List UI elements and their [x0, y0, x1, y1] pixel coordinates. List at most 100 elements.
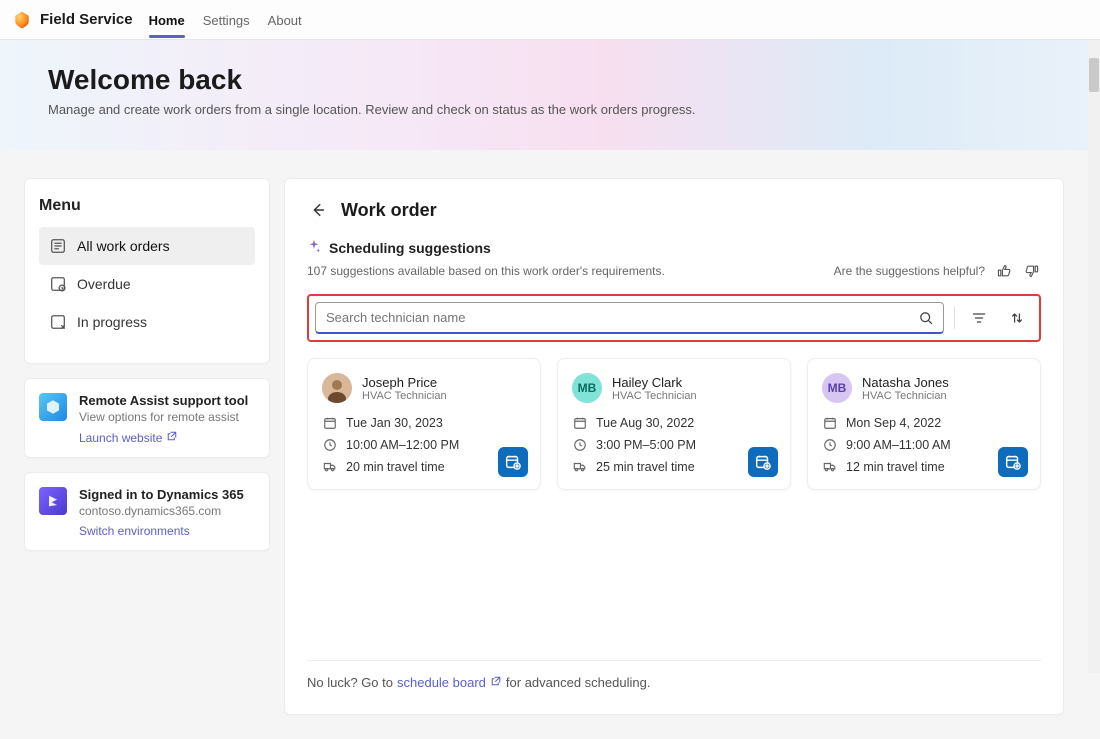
suggestions-subtitle: 107 suggestions available based on this … [307, 264, 665, 278]
tool-title: Signed in to Dynamics 365 [79, 487, 244, 502]
clock-icon [322, 437, 338, 453]
card-date: Tue Aug 30, 2022 [596, 416, 694, 430]
remote-assist-card: Remote Assist support tool View options … [24, 378, 270, 458]
tool-text: Signed in to Dynamics 365 contoso.dynami… [79, 487, 244, 538]
panel-title: Work order [341, 200, 437, 221]
remote-assist-icon [39, 393, 67, 421]
filter-button[interactable] [965, 304, 993, 332]
sort-button[interactable] [1003, 304, 1031, 332]
avatar: MB [572, 373, 602, 403]
panel-header: Work order [307, 199, 1041, 221]
menu-item-label: Overdue [77, 276, 131, 292]
tool-subtitle: View options for remote assist [79, 410, 248, 424]
nav-tab-label: Settings [203, 13, 250, 28]
avatar [322, 373, 352, 403]
technician-name: Joseph Price [362, 375, 447, 390]
menu-title: Menu [39, 197, 255, 215]
calendar-icon [822, 415, 838, 431]
brand: Field Service [12, 10, 133, 30]
nav-tab-about[interactable]: About [268, 3, 302, 37]
card-date: Tue Jan 30, 2023 [346, 416, 443, 430]
technician-role: HVAC Technician [362, 390, 447, 402]
card-travel: 12 min travel time [846, 460, 945, 474]
avatar-initials: MB [578, 381, 597, 395]
search-row-highlight [307, 294, 1041, 342]
card-time: 9:00 AM–11:00 AM [846, 438, 951, 452]
brand-name: Field Service [40, 11, 133, 28]
tool-title: Remote Assist support tool [79, 393, 248, 408]
menu-item-label: All work orders [77, 238, 170, 254]
scrollbar-track[interactable] [1088, 40, 1100, 673]
switch-environments-link[interactable]: Switch environments [79, 524, 190, 538]
card-date: Mon Sep 4, 2022 [846, 416, 941, 430]
nav-tab-label: Home [149, 13, 185, 28]
footer-tail: for advanced scheduling. [506, 675, 651, 690]
technician-role: HVAC Technician [862, 390, 949, 402]
list-icon [49, 237, 67, 255]
external-link-icon [166, 430, 178, 445]
work-order-panel: Work order Scheduling suggestions 107 su… [284, 178, 1064, 715]
sparkle-icon [307, 239, 321, 256]
brand-logo-icon [12, 10, 32, 30]
menu-item-label: In progress [77, 314, 147, 330]
avatar-initials: MB [828, 381, 847, 395]
search-input-wrap [315, 302, 944, 334]
suggestion-card[interactable]: Joseph Price HVAC Technician Tue Jan 30,… [307, 358, 541, 490]
technician-role: HVAC Technician [612, 390, 697, 402]
progress-icon [49, 313, 67, 331]
search-technician-input[interactable] [326, 310, 915, 325]
main-content: Menu All work orders Overdue [0, 58, 1088, 739]
back-button[interactable] [307, 199, 329, 221]
feedback-row: Are the suggestions helpful? [834, 262, 1041, 280]
assign-button[interactable] [498, 447, 528, 477]
assign-button[interactable] [998, 447, 1028, 477]
avatar: MB [822, 373, 852, 403]
menu-item-overdue[interactable]: Overdue [39, 265, 255, 303]
overdue-icon [49, 275, 67, 293]
clock-icon [572, 437, 588, 453]
tool-link-label: Switch environments [79, 524, 190, 538]
tool-text: Remote Assist support tool View options … [79, 393, 248, 445]
thumbs-up-button[interactable] [995, 262, 1013, 280]
assign-button[interactable] [748, 447, 778, 477]
nav-tab-home[interactable]: Home [149, 3, 185, 37]
left-column: Menu All work orders Overdue [24, 178, 270, 715]
feedback-label: Are the suggestions helpful? [834, 264, 985, 278]
card-time: 3:00 PM–5:00 PM [596, 438, 696, 452]
suggestion-cards: Joseph Price HVAC Technician Tue Jan 30,… [307, 358, 1041, 490]
search-icon[interactable] [915, 307, 937, 329]
menu-card: Menu All work orders Overdue [24, 178, 270, 364]
truck-icon [572, 459, 588, 475]
calendar-icon [322, 415, 338, 431]
nav-tabs: Home Settings About [149, 3, 302, 37]
launch-website-link[interactable]: Launch website [79, 430, 178, 445]
tool-subtitle: contoso.dynamics365.com [79, 504, 244, 518]
footer-link-label: schedule board [397, 675, 486, 690]
suggestions-title: Scheduling suggestions [329, 240, 491, 256]
external-link-icon [490, 675, 502, 690]
suggestions-header: Scheduling suggestions [307, 239, 1041, 256]
menu-item-all-work-orders[interactable]: All work orders [39, 227, 255, 265]
tool-link-label: Launch website [79, 431, 162, 445]
technician-name: Natasha Jones [862, 375, 949, 390]
nav-tab-label: About [268, 13, 302, 28]
truck-icon [822, 459, 838, 475]
card-travel: 20 min travel time [346, 460, 445, 474]
card-travel: 25 min travel time [596, 460, 695, 474]
suggestion-card[interactable]: MB Hailey Clark HVAC Technician Tue Aug … [557, 358, 791, 490]
schedule-board-link[interactable]: schedule board [397, 675, 502, 690]
footer-lead: No luck? Go to [307, 675, 393, 690]
truck-icon [322, 459, 338, 475]
dynamics-signin-card: Signed in to Dynamics 365 contoso.dynami… [24, 472, 270, 551]
menu-item-in-progress[interactable]: In progress [39, 303, 255, 341]
footer-note: No luck? Go to schedule board for advanc… [307, 660, 1041, 690]
thumbs-down-button[interactable] [1023, 262, 1041, 280]
divider [954, 307, 955, 329]
clock-icon [822, 437, 838, 453]
technician-name: Hailey Clark [612, 375, 697, 390]
suggestion-card[interactable]: MB Natasha Jones HVAC Technician Mon Sep… [807, 358, 1041, 490]
scrollbar-thumb[interactable] [1089, 58, 1099, 92]
top-bar: Field Service Home Settings About [0, 0, 1100, 40]
nav-tab-settings[interactable]: Settings [203, 3, 250, 37]
calendar-icon [572, 415, 588, 431]
